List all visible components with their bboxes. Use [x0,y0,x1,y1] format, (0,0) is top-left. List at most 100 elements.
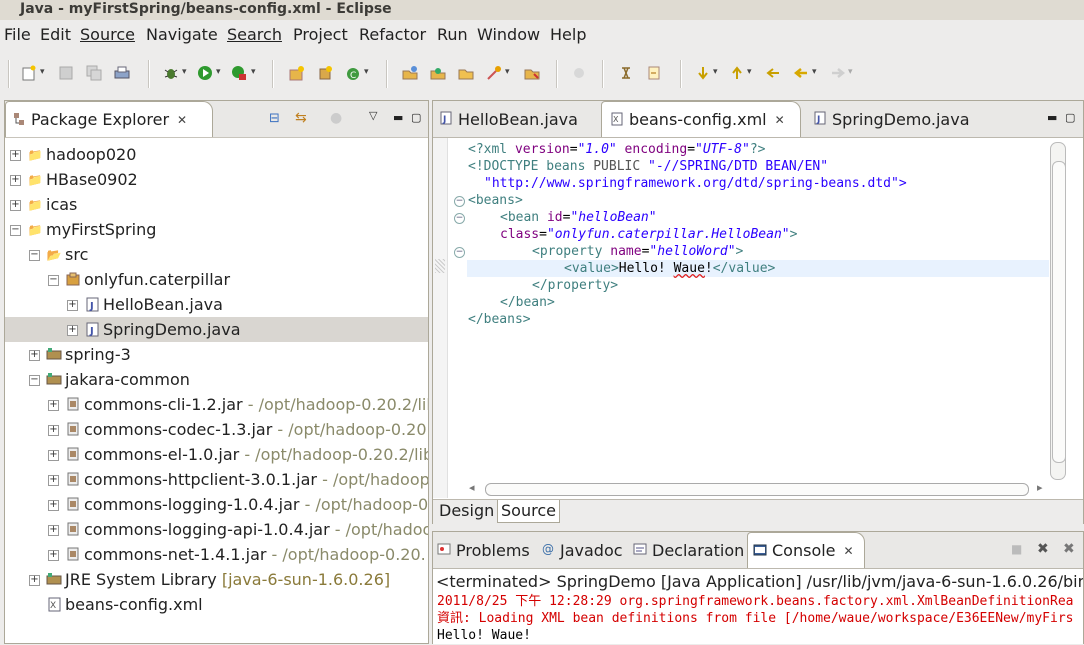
horizontal-scroll-thumb[interactable] [485,483,1029,496]
forward-icon[interactable] [829,64,847,82]
open-folder-icon[interactable] [457,64,475,82]
menu-project[interactable]: Project [293,25,348,44]
tree-item-jar[interactable]: + commons-net-1.4.1.jar - /opt/hadoop-0.… [5,542,428,567]
declaration-icon [633,542,647,558]
tab-hellobean-java[interactable]: J HelloBean.java [433,101,598,137]
new-class-icon[interactable]: C [344,64,362,82]
tab-declaration[interactable]: Declaration [627,532,751,568]
close-icon[interactable]: ✕ [177,113,187,127]
package-icon [65,272,81,288]
package-explorer-icon [12,112,26,128]
scroll-left-icon[interactable]: ◂ [469,481,475,494]
remove-launch-icon[interactable]: ✖ [1037,541,1049,557]
tab-beans-config-xml[interactable]: X beans-config.xml ✕ [601,101,801,137]
new-package-icon[interactable] [316,64,334,82]
menu-window[interactable]: Window [477,25,540,44]
link-with-editor-icon[interactable]: ⇆ [295,110,307,126]
fold-collapse-icon[interactable]: − [454,247,465,258]
tree-item-jar[interactable]: + commons-codec-1.3.jar - /opt/hadoop-0.… [5,417,428,442]
menu-search[interactable]: Search [227,25,282,44]
minimize-icon[interactable]: ▬ [1047,111,1057,124]
minimize-icon[interactable]: ▬ [393,111,403,124]
run-icon[interactable] [196,64,214,82]
previous-annotation-icon[interactable] [728,64,746,82]
external-tools-icon[interactable] [230,64,248,82]
tree-item-hadoop020[interactable]: + 📁 hadoop020 [5,142,428,167]
open-task-icon[interactable] [429,64,447,82]
tree-item-springdemo-selected[interactable]: + J SpringDemo.java [5,317,428,342]
last-edit-location-icon[interactable] [764,64,782,82]
remove-all-terminated-icon[interactable]: ✖ [1063,541,1075,557]
maximize-icon[interactable]: ▢ [1065,111,1075,124]
horizontal-scrollbar[interactable]: ◂ ▸ [469,481,1049,496]
current-line-marker [435,259,445,273]
vertical-scroll-thumb[interactable] [1052,161,1066,463]
menu-run[interactable]: Run [437,25,468,44]
next-annotation-icon[interactable] [694,64,712,82]
tree-item-beans-config[interactable]: X beans-config.xml [5,592,428,617]
fold-collapse-icon[interactable]: − [454,213,465,224]
terminate-icon[interactable]: ■ [1011,542,1022,556]
back-icon[interactable] [792,64,810,82]
tree-item-package[interactable]: − onlyfun.caterpillar [5,267,428,292]
console-line: Hello! Waue! [437,628,531,643]
tab-package-explorer[interactable]: Package Explorer ✕ [5,101,213,137]
tab-label: SpringDemo.java [832,109,970,129]
menu-source[interactable]: Source [80,25,135,44]
menu-help[interactable]: Help [550,25,586,44]
menu-file[interactable]: File [4,25,31,44]
xml-file-icon: X [610,112,624,128]
open-type-icon[interactable] [401,64,419,82]
tree-item-jar[interactable]: + commons-cli-1.2.jar - /opt/hadoop-0.20… [5,392,428,417]
debug-icon[interactable] [162,64,180,82]
tree-item-jar[interactable]: + commons-logging-api-1.0.4.jar - /opt/h… [5,517,428,542]
tree-item-icas[interactable]: + 📁 icas [5,192,428,217]
fold-collapse-icon[interactable]: − [454,196,465,207]
tree-item-jar[interactable]: + commons-httpclient-3.0.1.jar - /opt/ha… [5,467,428,492]
maximize-icon[interactable]: ▢ [411,111,421,124]
tree-item-hbase0902[interactable]: + 📁 HBase0902 [5,167,428,192]
open-perspective-icon[interactable] [523,64,541,82]
tree-item-hellobean[interactable]: + J HelloBean.java [5,292,428,317]
tab-springdemo-java[interactable]: J SpringDemo.java [805,101,1005,137]
tree-item-jakara-common[interactable]: − jakara-common [5,367,428,392]
tree-item-myfirstspring[interactable]: − 📁 myFirstSpring [5,217,428,242]
search-icon[interactable] [485,64,503,82]
scroll-right-icon[interactable]: ▸ [1037,481,1043,494]
tree-label: commons-net-1.4.1.jar [84,545,267,564]
close-icon[interactable]: ✕ [775,113,785,127]
tree-item-src[interactable]: − 📂 src [5,242,428,267]
show-whitespace-icon[interactable] [617,64,635,82]
menu-navigate[interactable]: Navigate [146,25,218,44]
tab-design[interactable]: Design [436,500,497,522]
tree-item-jar[interactable]: + commons-logging-1.0.4.jar - /opt/hadoo… [5,492,428,517]
tree-label: beans-config.xml [65,595,203,614]
tree-item-jre[interactable]: + JRE System Library [java-6-sun-1.6.0.2… [5,567,428,592]
tree-item-spring3[interactable]: + spring-3 [5,342,428,367]
console-icon [753,543,767,559]
tab-problems[interactable]: Problems [433,532,537,568]
close-icon[interactable]: ✕ [844,544,854,558]
xml-source-editor[interactable]: − − − <?xml version="1.0" encoding="UTF-… [433,138,1083,498]
menu-edit[interactable]: Edit [40,25,71,44]
tab-console[interactable]: Console ✕ [747,532,865,568]
new-java-project-icon[interactable] [288,64,306,82]
print-icon[interactable] [113,64,131,82]
collapse-all-icon[interactable]: ⊟ [269,111,280,126]
tab-source[interactable]: Source [497,500,560,523]
java-project-icon: 📁 [27,148,43,162]
save-all-icon[interactable] [85,64,103,82]
block-selection-icon[interactable] [645,64,663,82]
vertical-scrollbar[interactable] [1050,142,1066,480]
view-menu-icon[interactable]: ▽ [369,109,377,122]
svg-text:J: J [816,115,820,125]
window-title-bar: Java - myFirstSpring/beans-config.xml - … [0,0,1084,20]
focus-icon[interactable]: ● [330,110,342,126]
toggle-mark-occurrences-icon[interactable] [570,64,588,82]
tree-item-jar[interactable]: + commons-el-1.0.jar - /opt/hadoop-0.20.… [5,442,428,467]
console-output[interactable]: <terminated> SpringDemo [Java Applicatio… [433,569,1083,644]
console-line: 2011/8/25 下午 12:28:29 org.springframewor… [437,594,1074,609]
menu-refactor[interactable]: Refactor [359,25,426,44]
new-wizard-icon[interactable] [20,64,38,82]
save-icon[interactable] [57,64,75,82]
